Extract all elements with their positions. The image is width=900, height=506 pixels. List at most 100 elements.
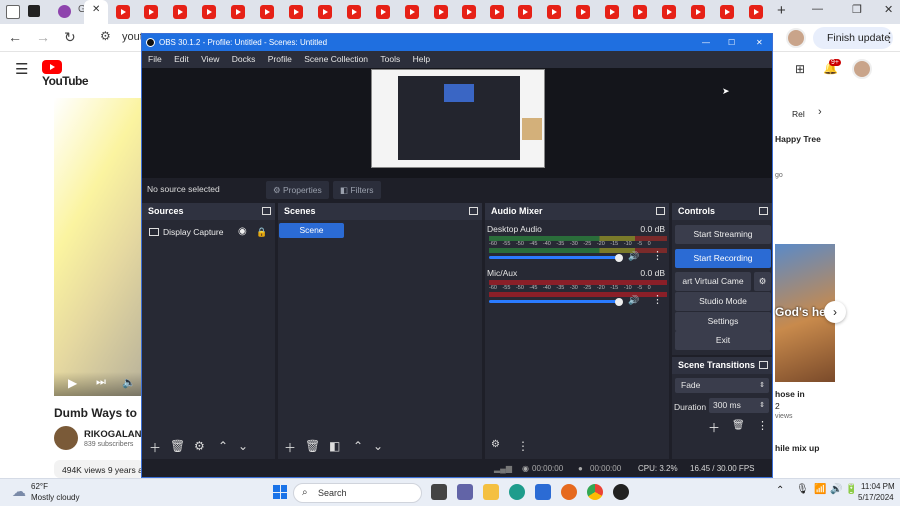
weather-description[interactable]: Mostly cloudy (31, 493, 79, 502)
add-source-icon[interactable]: ＋ (149, 439, 161, 456)
scene-up-icon[interactable]: ⌃ (353, 439, 363, 453)
obs-close-icon[interactable]: ✕ (756, 34, 763, 51)
minimize-browser-icon[interactable]: — (812, 3, 823, 15)
youtube-tab[interactable] (605, 5, 619, 19)
speaker-icon[interactable]: 🔊 (628, 295, 639, 306)
settings-button[interactable]: Settings (675, 312, 771, 331)
youtube-tab[interactable] (347, 5, 361, 19)
mic-tray-icon[interactable]: 🎙 (796, 484, 809, 495)
create-icon[interactable]: ⊞ (795, 62, 805, 76)
obs-minimize-icon[interactable]: — (702, 34, 710, 51)
undock-icon[interactable] (262, 207, 271, 215)
menu-view[interactable]: View (201, 54, 219, 64)
suggested-title-2[interactable]: hose in (775, 389, 805, 399)
channel-menu-icon[interactable]: ⋮ (652, 249, 663, 262)
youtube-tab[interactable] (231, 5, 245, 19)
volume-slider[interactable] (489, 256, 617, 259)
new-tab-button[interactable]: + (777, 2, 786, 19)
youtube-tab[interactable] (144, 5, 158, 19)
channel-avatar[interactable] (54, 426, 78, 450)
video-player[interactable] (54, 98, 144, 396)
tray-chevron-icon[interactable]: ⌃ (776, 485, 784, 496)
scene-filters-icon[interactable]: ◧ (329, 439, 340, 453)
youtube-tab[interactable] (518, 5, 532, 19)
transition-menu-icon[interactable]: ⋮ (757, 419, 768, 432)
menu-scene-collection[interactable]: Scene Collection (304, 54, 368, 64)
volume-icon[interactable]: 🔈 (122, 376, 136, 389)
menu-edit[interactable]: Edit (174, 54, 189, 64)
youtube-tab[interactable] (547, 5, 561, 19)
youtube-tab[interactable] (173, 5, 187, 19)
move-down-icon[interactable]: ⌄ (238, 439, 248, 453)
undock-icon[interactable] (759, 207, 768, 215)
virtual-camera-settings-button[interactable]: ⚙ (754, 272, 771, 291)
scene-item-selected[interactable]: Scene (279, 223, 344, 238)
source-item[interactable]: Display Capture ◉ 🔒 (142, 223, 275, 241)
youtube-tab[interactable] (202, 5, 216, 19)
clock-time[interactable]: 11:04 PM (861, 482, 895, 491)
youtube-tab[interactable] (633, 5, 647, 19)
forward-arrow-icon[interactable]: → (36, 29, 50, 45)
file-explorer-icon[interactable] (483, 484, 499, 500)
filters-button[interactable]: ◧ Filters (333, 181, 381, 199)
youtube-tab[interactable] (720, 5, 734, 19)
transition-select[interactable]: Fade ⇕ (675, 378, 769, 393)
advanced-audio-icon[interactable]: ⚙ (491, 439, 500, 450)
youtube-tab[interactable] (749, 5, 763, 19)
volume-slider-knob[interactable] (615, 254, 623, 262)
undock-icon[interactable] (469, 207, 478, 215)
youtube-tab[interactable] (490, 5, 504, 19)
menu-help[interactable]: Help (413, 54, 430, 64)
youtube-tab[interactable] (691, 5, 705, 19)
site-settings-icon[interactable]: ⚙ (100, 29, 111, 43)
virtual-camera-button[interactable]: art Virtual Came (675, 272, 751, 291)
source-properties-icon[interactable]: ⚙ (194, 439, 205, 453)
youtube-tab[interactable] (405, 5, 419, 19)
restore-browser-icon[interactable]: ❐ (852, 3, 862, 16)
youtube-tab[interactable] (462, 5, 476, 19)
youtube-logo[interactable]: YouTube (42, 60, 96, 88)
channel-menu-icon[interactable]: ⋮ (652, 293, 663, 306)
youtube-account-avatar[interactable] (852, 59, 872, 79)
undock-icon[interactable] (759, 361, 768, 369)
obs-maximize-icon[interactable]: ☐ (728, 34, 735, 51)
task-view-icon[interactable] (431, 484, 447, 500)
store-icon[interactable] (535, 484, 551, 500)
youtube-tab[interactable] (662, 5, 676, 19)
properties-button[interactable]: ⚙ Properties (266, 181, 329, 199)
hamburger-menu-icon[interactable]: ☰ (15, 60, 28, 78)
obs-taskbar-icon[interactable] (613, 484, 629, 500)
start-button[interactable] (273, 485, 287, 499)
exit-button[interactable]: Exit (675, 331, 771, 350)
related-chip[interactable]: Rel (792, 109, 805, 119)
remove-transition-icon[interactable]: 🗑 (732, 420, 745, 431)
remove-scene-icon[interactable]: 🗑 (305, 439, 320, 453)
suggested-title-1[interactable]: Happy Tree (775, 134, 821, 144)
teams-icon[interactable] (457, 484, 473, 500)
youtube-tab[interactable] (116, 5, 130, 19)
clock-date[interactable]: 5/17/2024 (858, 493, 894, 502)
remove-source-icon[interactable]: 🗑 (170, 439, 185, 453)
lock-icon[interactable]: 🔒 (256, 223, 267, 241)
tab-favicon[interactable] (28, 5, 40, 17)
add-transition-icon[interactable]: ＋ (708, 419, 720, 436)
visibility-eye-icon[interactable]: ◉ (238, 223, 247, 241)
browser-menu-icon[interactable]: ⋮ (883, 30, 896, 46)
channel-name[interactable]: RIKOGALANT (84, 429, 147, 440)
move-up-icon[interactable]: ⌃ (218, 439, 228, 453)
weather-icon[interactable]: ☁ (12, 483, 26, 500)
tab-favicon[interactable] (58, 5, 71, 18)
speaker-icon[interactable]: 🔊 (628, 251, 639, 262)
youtube-tab[interactable] (434, 5, 448, 19)
chips-next-icon[interactable]: › (818, 106, 822, 118)
youtube-tab[interactable] (376, 5, 390, 19)
close-tab-icon[interactable]: ✕ (92, 4, 100, 15)
studio-mode-button[interactable]: Studio Mode (675, 292, 771, 311)
add-scene-icon[interactable]: ＋ (284, 439, 296, 456)
speaker-tray-icon[interactable]: 🔊 (830, 484, 842, 495)
battery-icon[interactable]: 🔋 (845, 484, 857, 495)
volume-slider[interactable] (489, 300, 617, 303)
suggested-title-3[interactable]: hile mix up (775, 443, 819, 453)
start-streaming-button[interactable]: Start Streaming (675, 225, 771, 244)
menu-docks[interactable]: Docks (232, 54, 256, 64)
